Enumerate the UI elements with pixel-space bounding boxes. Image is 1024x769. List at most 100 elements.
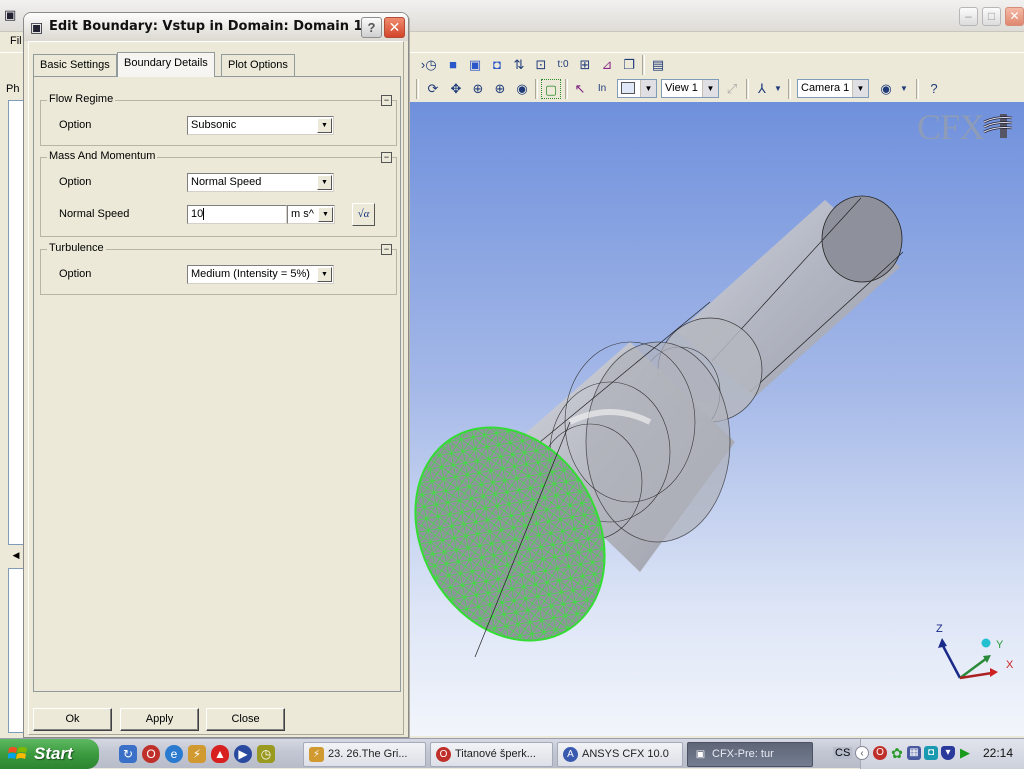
view-combo[interactable]: View 1 ▼ xyxy=(661,79,719,98)
start-button[interactable]: Start xyxy=(0,739,99,769)
normal-speed-input[interactable]: 10 xyxy=(187,205,287,224)
split-icon[interactable]: ⇅ xyxy=(509,55,529,75)
network-icon[interactable]: ▦ xyxy=(907,746,921,760)
menu-file[interactable]: Fil xyxy=(10,35,22,47)
chevron-down-icon: ▼ xyxy=(640,80,656,97)
windows-logo-icon xyxy=(8,747,27,759)
language-indicator[interactable]: CS xyxy=(833,747,853,759)
tab-plot-options[interactable]: Plot Options xyxy=(221,54,295,76)
chevron-down-icon: ▼ xyxy=(852,80,868,97)
outline-tree[interactable] xyxy=(8,100,24,545)
cfx-launcher-icon[interactable]: ↻ xyxy=(119,745,137,763)
collapse-icon[interactable]: − xyxy=(381,152,392,163)
group-title: Mass And Momentum xyxy=(47,150,158,162)
icq-icon[interactable]: ✿ xyxy=(890,746,904,760)
opera-tray-icon[interactable]: O xyxy=(873,746,887,760)
box-icon[interactable]: ■ xyxy=(443,55,463,75)
chevron-down-icon: ▼ xyxy=(317,175,332,190)
flame-icon[interactable]: ▲ xyxy=(211,745,229,763)
y-axis-label: Y xyxy=(996,639,1004,651)
select-pointer-icon[interactable]: ↖ xyxy=(570,79,590,99)
help-icon[interactable]: ? xyxy=(924,79,944,99)
play-icon[interactable]: ▶ xyxy=(958,746,972,760)
box-open-icon[interactable]: ▣ xyxy=(465,55,485,75)
collapse-icon[interactable]: − xyxy=(381,95,392,106)
eye-icon[interactable]: ◉ xyxy=(876,79,896,99)
pan-icon[interactable]: ✥ xyxy=(446,79,466,99)
zoom-fit-icon[interactable]: ◉ xyxy=(512,79,532,99)
taskbar: Start ↻ O e ⚡ ▲ ▶ ◷ ⚡ 23. 26.The Gri... … xyxy=(0,738,1024,769)
close-button[interactable]: Close xyxy=(206,708,285,731)
toolbar-grip[interactable] xyxy=(916,79,919,99)
chevron-down-icon[interactable]: ▼ xyxy=(768,79,788,99)
tray-collapse-chevron-icon[interactable]: ‹ xyxy=(855,746,869,760)
zoom-box-icon[interactable]: ⊕ xyxy=(468,79,488,99)
collapse-icon[interactable]: − xyxy=(381,244,392,255)
toolbar-grip[interactable] xyxy=(416,79,419,99)
winamp-icon: ⚡ xyxy=(309,747,324,762)
physics-tab[interactable]: Ph xyxy=(6,80,24,98)
boundary-details-panel: Flow Regime − Option Subsonic ▼ Mass And… xyxy=(33,76,401,692)
time-zero-icon[interactable]: t:0 xyxy=(553,55,573,75)
zoom-in-icon[interactable]: ⊕ xyxy=(490,79,510,99)
turbulence-option-select[interactable]: Medium (Intensity = 5%) ▼ xyxy=(187,265,334,284)
frame-icon[interactable]: ⊡ xyxy=(531,55,551,75)
clock[interactable]: 22:14 xyxy=(983,746,1013,760)
toolbar-grip[interactable] xyxy=(788,79,791,99)
ansys-icon: A xyxy=(563,747,578,762)
copy-icon[interactable]: ❐ xyxy=(619,55,639,75)
help-button[interactable]: ? xyxy=(361,17,382,38)
save-layout-icon[interactable]: ▤ xyxy=(648,55,668,75)
task-button-ansys-cfx[interactable]: A ANSYS CFX 10.0 xyxy=(557,742,683,767)
mass-momentum-option-select[interactable]: Normal Speed ▼ xyxy=(187,173,334,192)
ok-button[interactable]: Ok xyxy=(33,708,112,731)
toolbar-separator xyxy=(565,79,568,99)
chevron-down-icon: ▼ xyxy=(318,207,333,222)
rotate-icon[interactable]: ⟳ xyxy=(423,79,443,99)
task-button-opera[interactable]: O Titanové šperk... xyxy=(430,742,553,767)
cfx-pre-app-icon: ▣ xyxy=(4,7,17,22)
dialog-titlebar[interactable]: ▣ Edit Boundary: Vstup in Domain: Domain… xyxy=(24,13,408,41)
label-icon[interactable]: In xyxy=(592,79,612,99)
maximize-button[interactable]: □ xyxy=(982,7,1001,26)
security-center-icon[interactable]: ◘ xyxy=(924,746,938,760)
view-origin-sphere-icon xyxy=(981,638,991,648)
camera-combo[interactable]: Camera 1 ▼ xyxy=(797,79,869,98)
box-plus-icon[interactable]: ◘ xyxy=(487,55,507,75)
edit-boundary-dialog: ▣ Edit Boundary: Vstup in Domain: Domain… xyxy=(23,12,409,738)
group-turbulence: Turbulence − Option Medium (Intensity = … xyxy=(40,242,397,295)
media-player-icon[interactable]: ▶ xyxy=(234,745,252,763)
task-button-cfx-pre[interactable]: ▣ CFX-Pre: tur xyxy=(687,742,813,767)
expression-editor-button[interactable]: √α xyxy=(352,203,375,226)
apply-button[interactable]: Apply xyxy=(120,708,199,731)
turbulence-option-label: Option xyxy=(59,268,92,280)
opera-icon[interactable]: O xyxy=(142,745,160,763)
group-flow-regime: Flow Regime − Option Subsonic ▼ xyxy=(40,93,397,146)
z-axis-label: Z xyxy=(936,623,943,635)
3d-viewport[interactable]: CFX Z Y X xyxy=(410,102,1024,736)
task-button-winamp[interactable]: ⚡ 23. 26.The Gri... xyxy=(303,742,426,767)
horizontal-scrollbar[interactable]: ◀ xyxy=(8,545,24,565)
toolbar-separator xyxy=(642,55,645,75)
render-color-combo[interactable]: ▼ xyxy=(617,79,657,98)
dialog-close-button[interactable]: ✕ xyxy=(384,17,405,38)
view-maximize-icon[interactable]: ⤢ xyxy=(722,79,742,99)
winamp-icon[interactable]: ⚡ xyxy=(188,745,206,763)
cfx-pre-app-icon: ▣ xyxy=(30,19,44,35)
shield-icon[interactable]: ▾ xyxy=(941,746,955,760)
normal-speed-unit-select[interactable]: m s^ ▼ xyxy=(287,205,335,224)
flow-regime-option-select[interactable]: Subsonic ▼ xyxy=(187,116,334,135)
plot-icon[interactable]: ⊿ xyxy=(597,55,617,75)
select-box-icon[interactable]: ▢ xyxy=(541,79,561,99)
internet-explorer-icon[interactable]: e xyxy=(165,745,183,763)
text-caret xyxy=(203,208,205,221)
grid-icon[interactable]: ⊞ xyxy=(575,55,595,75)
opera-icon: O xyxy=(436,747,451,762)
app-close-button[interactable]: ✕ xyxy=(1005,7,1024,26)
tab-boundary-details[interactable]: Boundary Details xyxy=(117,52,215,77)
tab-basic-settings[interactable]: Basic Settings xyxy=(33,54,117,76)
clock-icon[interactable]: ◷ xyxy=(421,55,441,75)
minimize-button[interactable]: – xyxy=(959,7,978,26)
chevron-down-icon[interactable]: ▼ xyxy=(894,79,914,99)
clock-app-icon[interactable]: ◷ xyxy=(257,745,275,763)
